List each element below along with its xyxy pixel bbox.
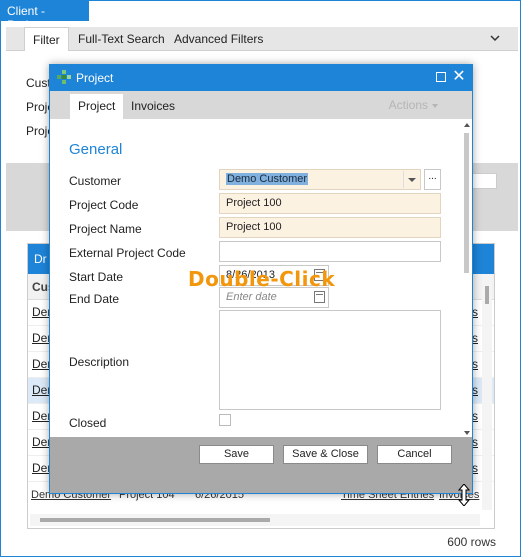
chevron-down-icon[interactable] [490,33,500,43]
dialog-title: Project [76,71,114,85]
end-date-placeholder: Enter date [226,291,277,303]
window-title: Client - Projects [1,1,89,32]
cancel-button[interactable]: Cancel [377,445,452,464]
grid-hscroll-thumb[interactable] [40,518,270,522]
description-textarea[interactable] [219,310,441,410]
label-start-date: Start Date [69,270,124,284]
customer-lookup-button[interactable]: ... [424,169,441,190]
label-project-name: Project Name [69,222,142,236]
tab-filter[interactable]: Filter [24,27,69,51]
close-icon[interactable]: ✕ [452,68,466,86]
dialog-tabs: Project Invoices Actions [50,91,472,119]
filter-input[interactable] [471,173,497,189]
chevron-down-icon [432,103,438,108]
double-click-annotation: Double-Click [188,267,336,291]
grid-horizontal-scrollbar[interactable] [30,514,480,526]
external-project-code-field[interactable] [219,241,441,262]
tab-advanced-filters[interactable]: Advanced Filters [166,27,271,51]
actions-menu[interactable]: Actions [389,98,438,112]
chevron-down-icon[interactable] [403,171,419,188]
dialog-vertical-scrollbar[interactable] [462,123,472,435]
actions-label: Actions [388,98,428,112]
filter-tabs: Filter Full-Text Search Advanced Filters [6,27,518,51]
tab-full-text-search[interactable]: Full-Text Search [70,27,173,51]
project-name-field[interactable]: Project 100 [219,217,441,238]
grid-header-label: Dr [34,252,47,266]
label-description: Description [69,355,130,369]
tab-project[interactable]: Project [70,94,124,119]
section-title-general: General [69,141,123,158]
customer-value: Demo Customer [226,173,309,185]
dialog-scroll-thumb[interactable] [464,133,469,273]
filter-label-customer: Cust [26,76,51,90]
scroll-down-icon[interactable] [464,431,470,435]
label-end-date: End Date [69,292,120,306]
scroll-up-icon[interactable] [464,123,470,127]
calendar-icon[interactable] [314,291,325,303]
save-button[interactable]: Save [199,445,274,464]
label-closed: Closed [69,416,107,430]
label-project-code: Project Code [69,198,139,212]
tab-invoices[interactable]: Invoices [123,94,183,119]
save-close-button[interactable]: Save & Close [283,445,368,464]
customer-select[interactable]: Demo Customer [219,169,421,190]
dialog-footer: Save Save & Close Cancel [50,437,472,493]
maximize-icon[interactable] [436,72,446,82]
label-external-project-code: External Project Code [69,246,186,260]
label-customer: Customer [69,174,122,188]
resize-cursor-icon [458,484,470,506]
dialog-title-bar[interactable]: Project ✕ [50,65,472,91]
grid-vertical-scrollbar[interactable] [482,274,492,510]
grid-vscroll-thumb[interactable] [485,286,489,304]
closed-checkbox[interactable] [219,414,231,426]
app-logo-icon [57,70,71,84]
project-code-field[interactable]: Project 100 [219,193,441,214]
row-count: 600 rows [447,535,496,549]
